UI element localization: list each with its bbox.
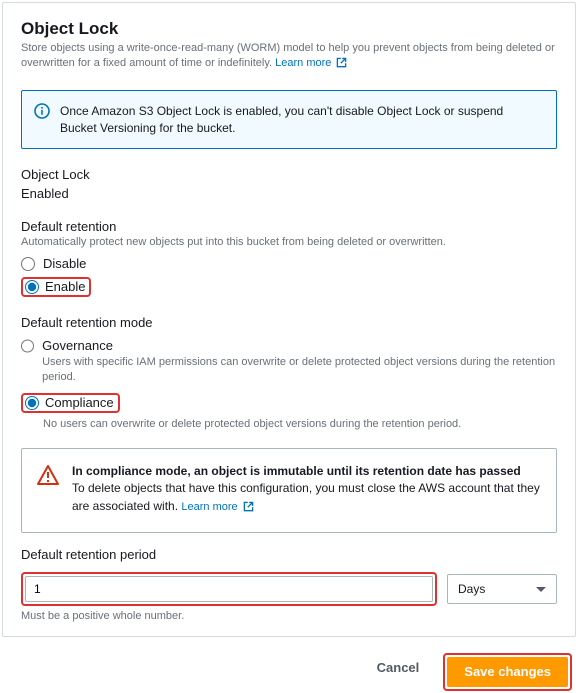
- retention-period-help: Must be a positive whole number.: [21, 610, 557, 622]
- mode-compliance-highlight: Compliance: [21, 393, 120, 413]
- warning-icon: [36, 463, 60, 492]
- retention-period-row: Days: [21, 572, 557, 606]
- retention-disable-option[interactable]: Disable: [21, 256, 557, 271]
- object-lock-panel: Object Lock Store objects using a write-…: [2, 2, 576, 637]
- warning-body: To delete objects that have this configu…: [72, 480, 542, 517]
- retention-enable-highlight: Enable: [21, 277, 91, 297]
- retention-enable-label: Enable: [45, 279, 85, 294]
- retention-mode-label: Default retention mode: [21, 315, 557, 330]
- mode-compliance-desc: No users can overwrite or delete protect…: [43, 417, 461, 432]
- save-button-highlight: Save changes: [443, 653, 572, 691]
- retention-period-highlight: [21, 572, 437, 606]
- default-retention-label: Default retention: [21, 219, 557, 234]
- default-retention-desc: Automatically protect new objects put in…: [21, 236, 557, 248]
- warning-learn-more-link[interactable]: Learn more: [181, 501, 253, 513]
- info-icon: [34, 103, 50, 124]
- external-link-icon: [243, 501, 254, 518]
- retention-period-input[interactable]: [25, 576, 433, 602]
- retention-enable-radio[interactable]: [25, 280, 39, 294]
- mode-compliance-radio[interactable]: [25, 396, 39, 410]
- retention-period-label: Default retention period: [21, 547, 557, 562]
- panel-title: Object Lock: [21, 19, 557, 39]
- mode-compliance-label: Compliance: [45, 395, 114, 410]
- info-notice: Once Amazon S3 Object Lock is enabled, y…: [21, 90, 557, 150]
- footer-actions: Cancel Save changes: [2, 653, 576, 691]
- retention-disable-radio[interactable]: [21, 257, 35, 271]
- learn-more-link[interactable]: Learn more: [275, 57, 347, 69]
- object-lock-status-value: Enabled: [21, 186, 557, 201]
- cancel-button[interactable]: Cancel: [361, 653, 436, 683]
- save-changes-button[interactable]: Save changes: [447, 657, 568, 687]
- compliance-warning: In compliance mode, an object is immutab…: [21, 448, 557, 533]
- retention-unit-select[interactable]: Days: [447, 574, 557, 604]
- external-link-icon: [336, 57, 347, 73]
- chevron-down-icon: [536, 587, 546, 592]
- warning-title: In compliance mode, an object is immutab…: [72, 463, 542, 480]
- mode-governance-radio[interactable]: [21, 339, 34, 353]
- panel-description: Store objects using a write-once-read-ma…: [21, 41, 557, 74]
- mode-governance-option[interactable]: Governance Users with specific IAM permi…: [21, 338, 557, 385]
- object-lock-status-label: Object Lock: [21, 167, 557, 182]
